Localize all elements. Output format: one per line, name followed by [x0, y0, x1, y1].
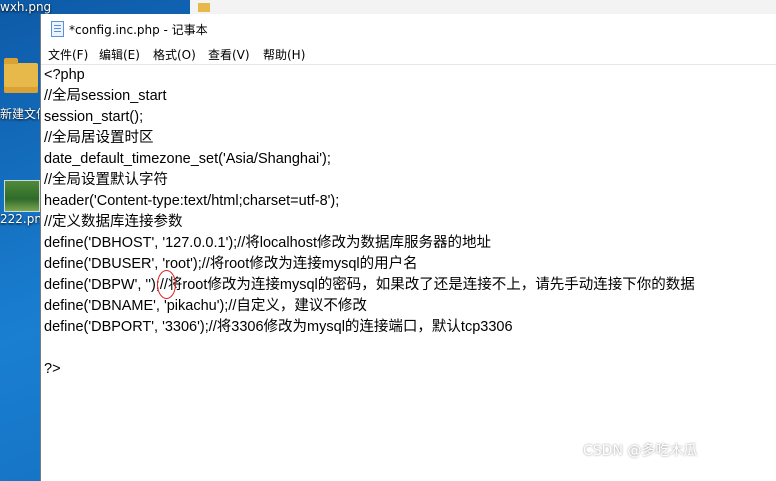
code-line: <?php [44, 67, 85, 83]
code-line: //全局session_start [44, 88, 167, 104]
code-line: ?> [44, 361, 61, 377]
folder-icon [198, 3, 210, 12]
code-line: define('DBPORT', '3306');//将3306修改为mysql… [44, 319, 513, 335]
menu-view[interactable]: 查看(V) [208, 46, 250, 63]
code-line: define('DBUSER', 'root');//将root修改为连接mys… [44, 256, 418, 272]
desktop-top-filename[interactable]: wxh.png [0, 0, 51, 14]
code-line: define('DBNAME', 'pikachu');//自定义，建议不修改 [44, 298, 367, 314]
csdn-watermark: CSDN @多吃木瓜 [583, 443, 698, 459]
notepad-app-icon [51, 21, 64, 37]
menu-help[interactable]: 帮助(H) [263, 46, 305, 63]
desktop-folder-icon[interactable]: 新建文件 [0, 55, 48, 125]
code-line: //全局居设置时区 [44, 130, 154, 146]
menu-edit[interactable]: 编辑(E) [99, 46, 140, 63]
annotation-circle [157, 270, 176, 299]
desktop-image-label: 222.pn [0, 212, 42, 226]
image-file-icon [4, 180, 40, 212]
title-bar[interactable]: *config.inc.php - 记事本 [41, 14, 776, 42]
code-line: //定义数据库连接参数 [44, 214, 183, 230]
code-line: //全局设置默认字符 [44, 172, 169, 188]
notepad-window[interactable]: *config.inc.php - 记事本 文件(F) 编辑(E) 格式(O) … [40, 14, 776, 481]
code-line: define('DBPW', '');//将root修改为连接mysql的密码，… [44, 277, 695, 293]
window-title: *config.inc.php - 记事本 [69, 23, 208, 37]
code-line: define('DBHOST', '127.0.0.1');//将localho… [44, 235, 491, 251]
menu-file[interactable]: 文件(F) [48, 46, 88, 63]
text-editor-area[interactable]: <?php //全局session_start session_start();… [41, 65, 776, 481]
code-line: header('Content-type:text/html;charset=u… [44, 193, 340, 209]
background-explorer-window[interactable] [190, 0, 776, 15]
desktop-image-icon[interactable]: 222.pn [0, 178, 42, 228]
code-line: session_start(); [44, 109, 144, 125]
folder-icon [4, 58, 38, 93]
menu-format[interactable]: 格式(O) [153, 46, 196, 63]
menu-bar: 文件(F) 编辑(E) 格式(O) 查看(V) 帮助(H) [41, 42, 776, 65]
code-line: date_default_timezone_set('Asia/Shanghai… [44, 151, 331, 167]
